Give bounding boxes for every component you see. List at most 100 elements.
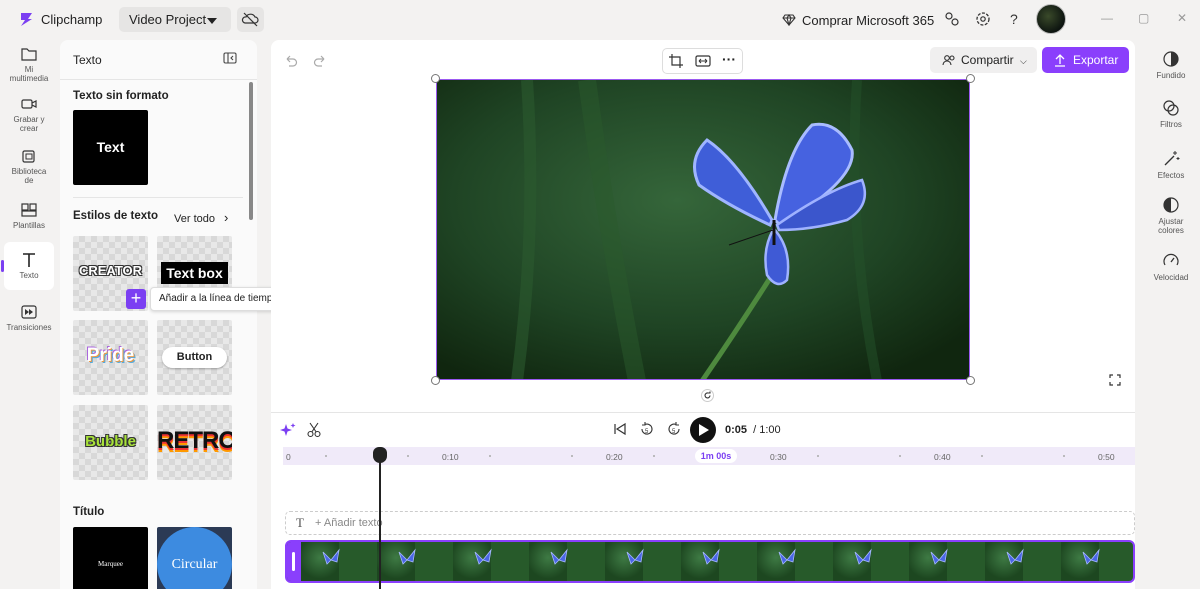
- avatar[interactable]: [1036, 4, 1066, 34]
- fullscreen-icon[interactable]: [1109, 374, 1121, 386]
- nav-label: Ajustar: [1158, 217, 1184, 226]
- add-to-timeline-button[interactable]: +: [126, 289, 146, 309]
- crop-icon[interactable]: [669, 54, 683, 68]
- nav-item-my-media[interactable]: Mi multimedia: [4, 44, 54, 86]
- text-styles-heading: Estilos de texto: [73, 210, 158, 222]
- see-all-link[interactable]: Ver todo ›: [174, 210, 228, 225]
- ruler-tick: 0: [286, 452, 291, 462]
- resize-handle[interactable]: [966, 376, 975, 385]
- maximize-button[interactable]: ▢: [1138, 11, 1149, 25]
- undo-icon[interactable]: [283, 53, 299, 69]
- nav-label: Texto: [19, 271, 39, 280]
- cloud-sync-button[interactable]: [237, 7, 264, 32]
- ruler-dot: [325, 455, 327, 457]
- ruler-dot: [1063, 455, 1065, 457]
- rotate-icon[interactable]: [701, 389, 714, 402]
- resize-handle[interactable]: [431, 376, 440, 385]
- nav-label: Mi: [24, 65, 34, 74]
- playhead-line: [379, 452, 381, 589]
- share-people-icon[interactable]: [943, 10, 961, 28]
- nav-item-filters[interactable]: Filtros: [1146, 99, 1196, 129]
- forward-5-icon[interactable]: 5: [666, 421, 682, 437]
- plain-text-thumb[interactable]: Text: [73, 110, 148, 185]
- title-thumb-circular[interactable]: Circular: [157, 527, 232, 589]
- tooltip: Añadir a la línea de tiempo: [150, 287, 286, 311]
- title-heading: Título: [73, 506, 105, 518]
- split-scissors-icon[interactable]: [307, 422, 321, 438]
- left-navigation: Mi multimedia Grabar y crear Biblioteca …: [0, 38, 58, 589]
- playhead-handle[interactable]: [373, 447, 387, 463]
- ruler-dot: [899, 455, 901, 457]
- fade-icon: [1163, 51, 1179, 67]
- speed-icon: [1163, 253, 1179, 266]
- clip-butterflies: [322, 548, 1100, 565]
- style-label: Bubble: [85, 433, 136, 450]
- ruler-tick: 0:40: [934, 452, 951, 462]
- clip-trim-handle[interactable]: [287, 542, 301, 581]
- panel-scrollbar[interactable]: [249, 82, 253, 220]
- style-label: Pride: [86, 345, 135, 366]
- title-thumb-marquee[interactable]: Marquee: [73, 527, 148, 589]
- style-label: Button: [162, 347, 227, 368]
- style-thumb-bubble[interactable]: Bubble: [73, 405, 148, 480]
- style-thumb-button[interactable]: Button: [157, 320, 232, 395]
- style-thumb-pride[interactable]: Pride: [73, 320, 148, 395]
- nav-item-library[interactable]: Biblioteca de: [4, 146, 54, 188]
- title-thumb-label: Circular: [157, 527, 232, 589]
- nav-label: Efectos: [1157, 171, 1185, 180]
- plus-icon: +: [130, 288, 142, 308]
- settings-gear-icon[interactable]: [974, 10, 992, 28]
- share-button[interactable]: Compartir ⌵: [930, 47, 1037, 73]
- video-preview[interactable]: [436, 79, 970, 380]
- resize-handle[interactable]: [431, 74, 440, 83]
- ruler-dot: [571, 455, 573, 457]
- share-label: Compartir: [961, 53, 1014, 67]
- plain-text-heading: Texto sin formato: [73, 90, 169, 102]
- resize-handle[interactable]: [966, 74, 975, 83]
- buy-microsoft-365-link[interactable]: Comprar Microsoft 365: [782, 11, 934, 29]
- record-icon: [21, 99, 37, 109]
- clipchamp-logo-icon: [21, 13, 32, 26]
- more-options-icon[interactable]: ···: [722, 51, 736, 67]
- nav-item-fade[interactable]: Fundido: [1146, 50, 1196, 80]
- nav-label: Fundido: [1156, 71, 1186, 80]
- redo-icon[interactable]: [312, 53, 328, 69]
- rewind-5-icon[interactable]: 5: [639, 421, 655, 437]
- help-icon[interactable]: ?: [1005, 10, 1023, 28]
- nav-item-speed[interactable]: Velocidad: [1146, 252, 1196, 282]
- nav-item-record-create[interactable]: Grabar y crear: [4, 94, 54, 136]
- chevron-right-icon: ›: [224, 210, 229, 225]
- sparkle-icon[interactable]: [280, 422, 296, 438]
- minimize-button[interactable]: —: [1101, 11, 1113, 25]
- project-name-dropdown[interactable]: Video Project: [119, 7, 231, 32]
- skip-to-start-icon[interactable]: [613, 422, 627, 436]
- nav-item-templates[interactable]: Plantillas: [4, 200, 54, 234]
- nav-label: Filtros: [1160, 120, 1182, 129]
- video-clip-track[interactable]: [285, 540, 1135, 583]
- people-icon: [942, 55, 955, 66]
- add-text-track[interactable]: T + Añadir texto: [285, 511, 1135, 535]
- timeline-ruler[interactable]: 0 0:10 0:20 0:30 0:40 0:50 1m 00s: [283, 447, 1135, 465]
- nav-item-effects[interactable]: Efectos: [1146, 150, 1196, 180]
- text-t-icon: T: [296, 515, 304, 530]
- cloud-off-icon: [241, 12, 259, 27]
- close-button[interactable]: ✕: [1177, 11, 1187, 25]
- nav-label: Velocidad: [1153, 273, 1189, 282]
- ruler-dot: [817, 455, 819, 457]
- play-button[interactable]: [690, 417, 716, 443]
- ruler-tick: 0:20: [606, 452, 623, 462]
- fit-icon[interactable]: [695, 54, 711, 68]
- style-thumb-retro[interactable]: RETRO: [157, 405, 232, 480]
- collapse-panel-icon[interactable]: [223, 52, 237, 64]
- export-button[interactable]: Exportar: [1042, 47, 1129, 73]
- video-toolbar: ···: [662, 48, 743, 74]
- filters-icon: [1163, 100, 1179, 116]
- nav-item-adjust-colors[interactable]: Ajustar colores: [1146, 196, 1196, 235]
- chevron-down-icon: [207, 18, 217, 24]
- ruler-tick: 0:30: [770, 452, 787, 462]
- title-bar: Clipchamp Video Project Comprar Microsof…: [0, 0, 1200, 38]
- ruler-dot: [407, 455, 409, 457]
- panel-divider: [60, 79, 257, 80]
- nav-item-transitions[interactable]: Transiciones: [4, 302, 54, 336]
- nav-item-text[interactable]: Texto: [1, 242, 54, 290]
